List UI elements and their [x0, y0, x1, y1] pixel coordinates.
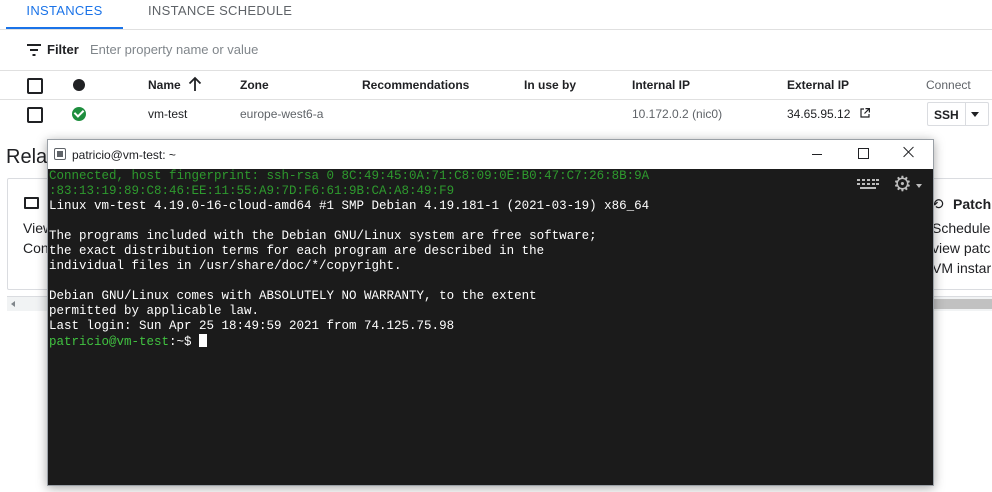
terminal-text: Connected, host fingerprint: ssh-rsa 0 8… [49, 169, 649, 350]
tab-bar: INSTANCES INSTANCE SCHEDULE [0, 0, 992, 30]
minimize-icon[interactable] [812, 154, 822, 155]
card-icon [24, 197, 39, 209]
table-header: Name Zone Recommendations In use by Inte… [0, 71, 992, 100]
settings-chevron-down-icon[interactable] [916, 184, 922, 188]
row-checkbox[interactable] [27, 107, 43, 123]
terminal-line: individual files in /usr/share/doc/*/cop… [49, 259, 402, 273]
terminal-line: Debian GNU/Linux comes with ABSOLUTELY N… [49, 289, 537, 303]
gear-icon[interactable]: ⚙ [893, 174, 912, 195]
terminal-line: ​ [49, 214, 649, 229]
terminal-cursor [199, 334, 208, 347]
chevron-down-icon[interactable] [971, 112, 979, 117]
scroll-left-arrow-icon[interactable] [11, 301, 15, 307]
ssh-button[interactable]: SSH [927, 102, 989, 126]
patch-card-line1: Schedule [932, 220, 991, 236]
terminal-window-title: patricio@vm-test: ~ [72, 148, 176, 162]
column-header-recommendations[interactable]: Recommendations [362, 78, 469, 92]
maximize-icon[interactable] [858, 148, 869, 159]
instance-internal-ip: 10.172.0.2 (nic0) [632, 107, 722, 121]
table-row: vm-test europe-west6-a 10.172.0.2 (nic0)… [0, 100, 992, 128]
select-all-checkbox[interactable] [27, 78, 43, 94]
terminal-line: Linux vm-test 4.19.0-16-cloud-amd64 #1 S… [49, 199, 650, 213]
patch-card-line2: view patc [932, 240, 991, 256]
terminal-line: The programs included with the Debian GN… [49, 229, 597, 243]
instance-external-ip[interactable]: 34.65.95.12 [787, 107, 850, 121]
check-circle-icon [72, 107, 86, 121]
status-column-icon [73, 79, 85, 91]
prompt-user: patricio@vm-test [49, 335, 170, 349]
open-in-new-icon[interactable] [860, 108, 870, 118]
terminal-output[interactable]: Connected, host fingerprint: ssh-rsa 0 8… [48, 169, 933, 485]
filter-label[interactable]: Filter [47, 42, 79, 57]
terminal-line: permitted by applicable law. [49, 304, 260, 318]
related-actions-title: Relat [6, 146, 53, 168]
patch-card-title: Patch [953, 196, 992, 212]
column-header-in-use-by[interactable]: In use by [524, 78, 576, 92]
related-card-patch[interactable]: ⟲ Patch Schedule view patc VM instar [928, 178, 992, 290]
terminal-app-icon [54, 148, 66, 160]
instance-zone: europe-west6-a [240, 107, 324, 121]
terminal-line: Connected, host fingerprint: ssh-rsa 0 8… [49, 169, 650, 183]
instance-name-link[interactable]: vm-test [148, 107, 187, 121]
filter-input[interactable] [90, 39, 390, 59]
ssh-button-label[interactable]: SSH [934, 108, 959, 122]
close-icon[interactable] [901, 144, 917, 160]
column-header-internal-ip[interactable]: Internal IP [632, 78, 690, 92]
terminal-line: ​ [49, 274, 649, 289]
tab-instance-schedule[interactable]: INSTANCE SCHEDULE [148, 0, 292, 27]
prompt-suffix: :~$ [169, 335, 200, 349]
arrow-up-icon[interactable] [188, 76, 202, 92]
patch-card-line3: VM instar [932, 260, 992, 276]
keyboard-icon[interactable] [857, 179, 879, 191]
internal-ip-nic[interactable]: (nic0) [692, 107, 722, 121]
terminal-line: :83:13:19:89:C8:46:EE:11:55:A9:7D:F6:61:… [49, 184, 455, 198]
terminal-line: Last login: Sun Apr 25 18:49:59 2021 fro… [49, 319, 455, 333]
column-header-name[interactable]: Name [148, 78, 181, 92]
tab-instances[interactable]: INSTANCES [6, 0, 123, 29]
ssh-terminal-window[interactable]: patricio@vm-test: ~ Connected, host fing… [47, 139, 934, 486]
internal-ip-value: 10.172.0.2 [632, 107, 689, 121]
filter-bar: Filter [0, 30, 992, 71]
terminal-line: the exact distribution terms for each pr… [49, 244, 545, 258]
card-left-line2: Con [23, 240, 49, 256]
column-header-zone[interactable]: Zone [240, 78, 269, 92]
ssh-button-divider [965, 103, 966, 125]
terminal-titlebar[interactable]: patricio@vm-test: ~ [48, 140, 933, 169]
terminal-prompt-line[interactable]: patricio@vm-test:~$ [49, 334, 649, 350]
scrollbar-thumb[interactable] [929, 299, 992, 309]
filter-icon[interactable] [27, 44, 41, 56]
column-header-external-ip[interactable]: External IP [787, 78, 849, 92]
column-header-connect: Connect [926, 78, 971, 92]
